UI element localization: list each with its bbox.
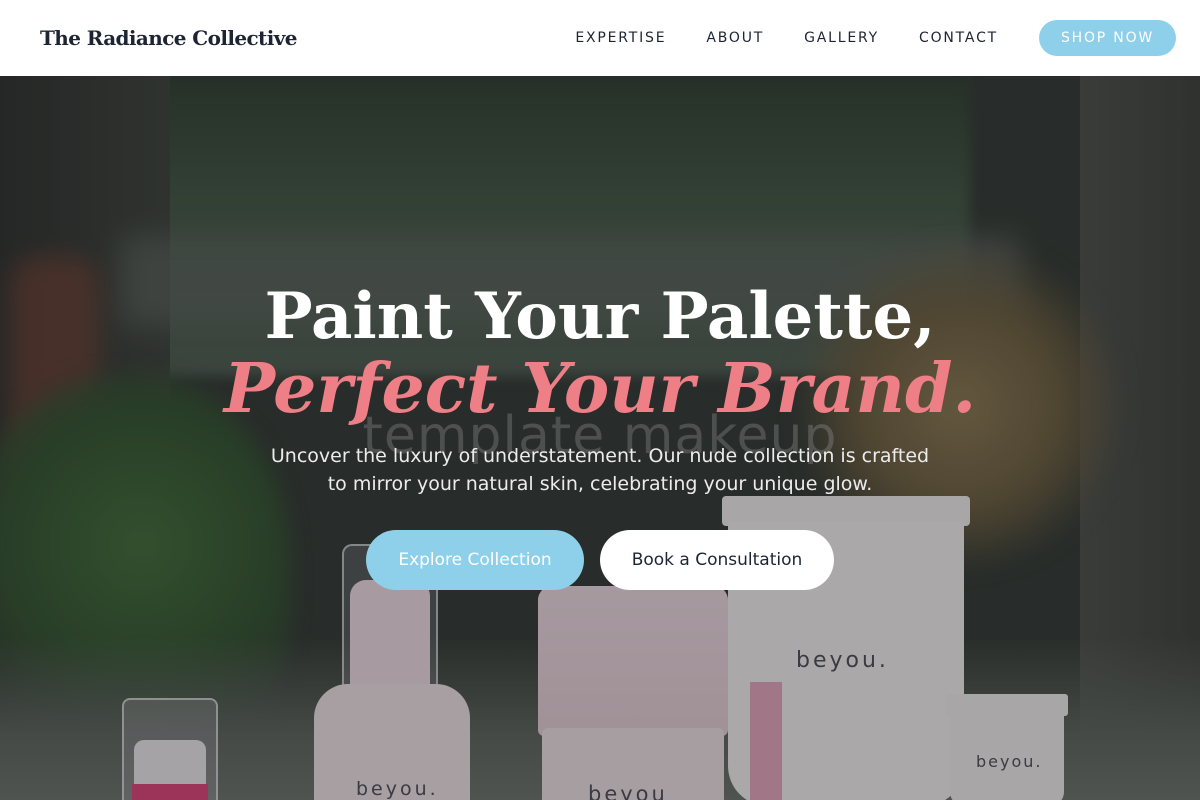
book-consultation-button[interactable]: Book a Consultation — [600, 530, 834, 590]
hero-headline: Paint Your Palette, — [264, 279, 936, 354]
top-navigation-bar: The Radiance Collective EXPERTISE ABOUT … — [0, 0, 1200, 76]
nav-link-contact[interactable]: CONTACT — [919, 30, 998, 46]
hero-description: Uncover the luxury of understatement. Ou… — [270, 445, 930, 495]
brand-logo[interactable]: The Radiance Collective — [40, 26, 297, 50]
hero-headline-accent: Perfect Your Brand. — [223, 349, 977, 429]
hero-section: beyou. beyou beyou. beyou. template make… — [0, 76, 1200, 800]
nav-links: EXPERTISE ABOUT GALLERY CONTACT — [575, 30, 998, 46]
nav-link-about[interactable]: ABOUT — [706, 30, 764, 46]
nav-link-gallery[interactable]: GALLERY — [804, 30, 879, 46]
hero-button-row: Explore Collection Book a Consultation — [0, 530, 1200, 590]
nav-link-expertise[interactable]: EXPERTISE — [575, 30, 666, 46]
shop-now-button[interactable]: SHOP NOW — [1039, 20, 1176, 56]
explore-collection-button[interactable]: Explore Collection — [366, 530, 584, 590]
